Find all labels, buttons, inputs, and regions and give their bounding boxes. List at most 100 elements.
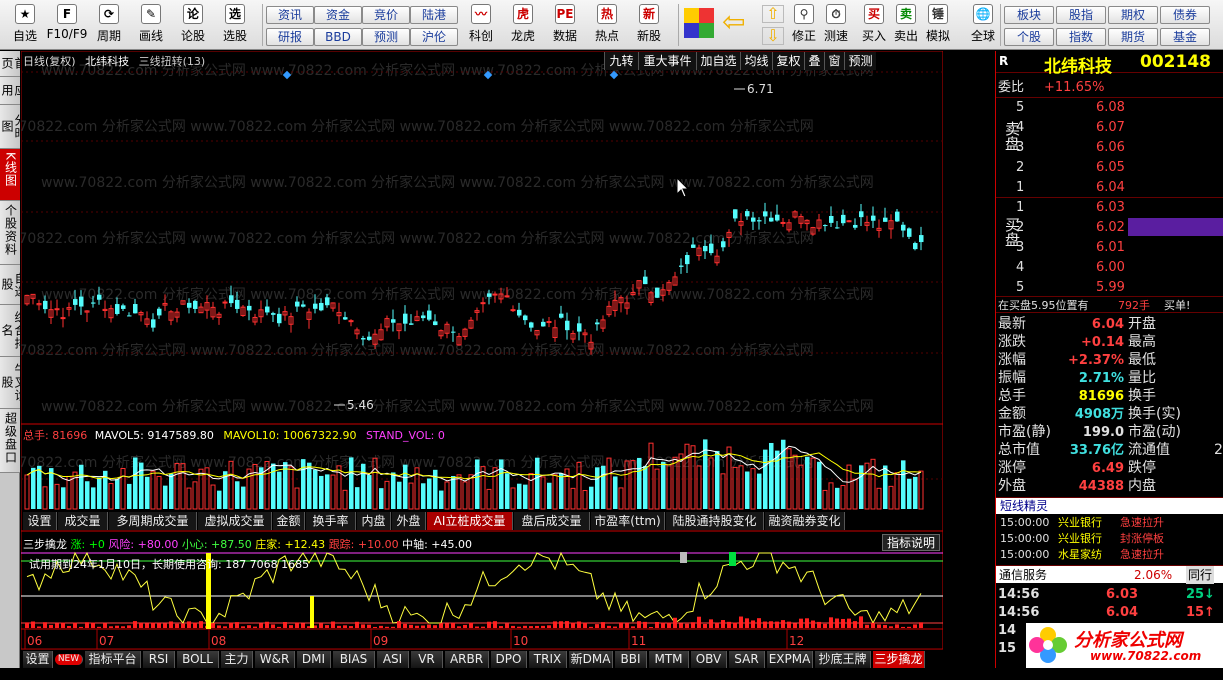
volume-subtab-3[interactable]: 虚拟成交量 <box>198 512 272 530</box>
toolbar-测速-button[interactable]: ⏱ 测速 <box>820 2 852 48</box>
toolbar-周期-button[interactable]: ⟳ 周期 <box>88 2 130 48</box>
buy-level-1[interactable]: 1 6.03 <box>996 199 1223 216</box>
bottom-tab-20[interactable]: 抄底王牌 <box>815 651 871 668</box>
industry-row[interactable]: 通信服务 2.06% 同行 <box>996 565 1223 584</box>
bottom-tab-19[interactable]: EXPMA <box>767 651 813 668</box>
bottom-tab-17[interactable]: OBV <box>691 651 727 668</box>
toolbar-right-bottom-0[interactable]: 个股 <box>1004 28 1054 46</box>
left-tab-2[interactable]: 分时图 <box>0 105 27 149</box>
sell-level-2[interactable]: 2 6.05 <box>996 159 1223 176</box>
toolbar-修正-button[interactable]: ⚲ 修正 <box>788 2 820 48</box>
toolbar-right-top-2[interactable]: 期权 <box>1108 6 1158 24</box>
volume-subtab-4[interactable]: 金额 <box>273 512 305 530</box>
toolbar-新股-button[interactable]: 新新股 <box>628 2 670 48</box>
toolbar-买入-button[interactable]: 买买入 <box>858 2 890 48</box>
toolbar-up-arrow-icon[interactable]: ⇧ <box>762 5 784 23</box>
bottom-tab-9[interactable]: ASI <box>377 651 409 668</box>
chart-top-button-6[interactable]: 窗 <box>824 52 844 70</box>
bottom-tab-0[interactable]: 设置 <box>23 651 53 668</box>
buy-level-4[interactable]: 4 6.00 <box>996 259 1223 276</box>
volume-subtab-9[interactable]: 盘后成交量 <box>514 512 590 530</box>
bottom-tab-18[interactable]: SAR <box>729 651 765 668</box>
chart-top-button-2[interactable]: 加自选 <box>696 52 740 70</box>
toolbar-small-top-3[interactable]: 陆港 <box>410 6 458 24</box>
toolbar-right-bottom-3[interactable]: 基金 <box>1160 28 1210 46</box>
toolbar-layout-icon[interactable] <box>684 8 714 38</box>
left-tab-3[interactable]: K线图 <box>0 149 20 201</box>
toolbar-论股-button[interactable]: 论论股 <box>172 2 214 48</box>
sell-level-4[interactable]: 4 6.07 <box>996 119 1223 136</box>
bottom-tab-13[interactable]: TRIX <box>529 651 567 668</box>
toolbar-热点-button[interactable]: 热热点 <box>586 2 628 48</box>
toolbar-right-bottom-1[interactable]: 指数 <box>1056 28 1106 46</box>
toolbar-small-bottom-3[interactable]: 沪伦 <box>410 28 458 46</box>
volume-subtab-6[interactable]: 内盘 <box>357 512 391 530</box>
sprite-row-0[interactable]: 15:00:00 兴业银行 急速拉升 <box>996 515 1223 531</box>
bottom-tab-4[interactable]: BOLL <box>177 651 219 668</box>
toolbar-small-top-1[interactable]: 资金 <box>314 6 362 24</box>
left-tab-6[interactable]: 综合排名 <box>0 305 27 357</box>
toolbar-right-bottom-2[interactable]: 期货 <box>1108 28 1158 46</box>
volume-subtab-5[interactable]: 换手率 <box>306 512 356 530</box>
bottom-tab-7[interactable]: DMI <box>297 651 331 668</box>
left-tab-7[interactable]: 牛叉诊股 <box>0 357 27 409</box>
bottom-tab-11[interactable]: ARBR <box>445 651 489 668</box>
chart-top-button-1[interactable]: 重大事件 <box>638 52 696 70</box>
sprite-row-2[interactable]: 15:00:00 水星家纺 急速拉升 <box>996 547 1223 563</box>
bottom-tab-15[interactable]: BBI <box>615 651 647 668</box>
volume-subtab-7[interactable]: 外盘 <box>392 512 426 530</box>
toolbar-small-top-2[interactable]: 竞价 <box>362 6 410 24</box>
left-tab-8[interactable]: 超级盘口 <box>0 409 20 473</box>
volume-subtab-10[interactable]: 市盈率(ttm) <box>591 512 665 530</box>
bottom-tab-21[interactable]: 三步擒龙 <box>873 651 925 668</box>
toolbar-科创-button[interactable]: 〰科创 <box>460 2 502 48</box>
chart-top-button-4[interactable]: 复权 <box>772 52 804 70</box>
toolbar-small-top-0[interactable]: 资讯 <box>266 6 314 24</box>
toolbar-龙虎-button[interactable]: 虎龙虎 <box>502 2 544 48</box>
bottom-tab-12[interactable]: DPO <box>491 651 527 668</box>
industry-more[interactable]: 同行 <box>1186 566 1215 584</box>
toolbar-small-bottom-1[interactable]: BBD <box>314 28 362 46</box>
volume-subtab-1[interactable]: 成交量 <box>58 512 108 530</box>
bottom-tab-3[interactable]: RSI <box>143 651 175 668</box>
bottom-tab-1[interactable]: NEW <box>55 654 83 665</box>
chart-top-button-5[interactable]: 叠 <box>804 52 824 70</box>
toolbar-F10/F9-button[interactable]: F F10/F9 <box>46 2 88 48</box>
sell-level-1[interactable]: 1 6.04 <box>996 179 1223 196</box>
left-tab-5[interactable]: 自选股 <box>0 265 27 305</box>
left-tab-4[interactable]: 个股资料 <box>0 201 20 265</box>
sprite-title[interactable]: 短线精灵 <box>996 497 1223 514</box>
chart-top-button-3[interactable]: 均线 <box>740 52 772 70</box>
toolbar-right-top-1[interactable]: 股指 <box>1056 6 1106 24</box>
chart-top-button-7[interactable]: 预测 <box>844 52 876 70</box>
left-tab-0[interactable]: 首页 <box>0 51 27 77</box>
volume-subtab-2[interactable]: 多周期成交量 <box>109 512 197 530</box>
volume-subtab-0[interactable]: 设置 <box>23 512 57 530</box>
toolbar-自选-button[interactable]: ★ 自选 <box>4 2 46 48</box>
sell-level-3[interactable]: 3 6.06 <box>996 139 1223 156</box>
volume-subtab-8[interactable]: AI立桩成交量 <box>427 512 513 530</box>
toolbar-画线-button[interactable]: ✎ 画线 <box>130 2 172 48</box>
volume-subtab-11[interactable]: 陆股通持股变化 <box>666 512 764 530</box>
buy-level-5[interactable]: 5 5.99 <box>996 279 1223 296</box>
sell-level-5[interactable]: 5 6.08 <box>996 99 1223 116</box>
toolbar-模拟-button[interactable]: 锤模拟 <box>922 2 954 48</box>
buy-level-2[interactable]: 2 6.02 <box>996 219 1223 236</box>
sprite-row-1[interactable]: 15:00:00 兴业银行 封涨停板 <box>996 531 1223 547</box>
toolbar-small-bottom-0[interactable]: 研报 <box>266 28 314 46</box>
bottom-tab-6[interactable]: W&R <box>255 651 295 668</box>
toolbar-back-arrow-icon[interactable]: ⇦ <box>722 8 754 38</box>
toolbar-small-bottom-2[interactable]: 预测 <box>362 28 410 46</box>
toolbar-卖出-button[interactable]: 卖卖出 <box>890 2 922 48</box>
bottom-tab-2[interactable]: 指标平台 <box>85 651 141 668</box>
bottom-tab-10[interactable]: VR <box>411 651 443 668</box>
indicator-explain-button[interactable]: 指标说明 <box>882 534 940 551</box>
left-tab-1[interactable]: 应用 <box>0 77 27 105</box>
toolbar-down-arrow-icon[interactable]: ⇩ <box>762 27 784 45</box>
toolbar-right-top-0[interactable]: 板块 <box>1004 6 1054 24</box>
bottom-tab-8[interactable]: BIAS <box>333 651 375 668</box>
bottom-tab-16[interactable]: MTM <box>649 651 689 668</box>
toolbar-right-top-3[interactable]: 债券 <box>1160 6 1210 24</box>
volume-subtab-12[interactable]: 融资融券变化 <box>765 512 845 530</box>
kline-chart-area[interactable]: www.70822.com 分析家公式网 www.70822.com 分析家公式… <box>21 51 943 649</box>
